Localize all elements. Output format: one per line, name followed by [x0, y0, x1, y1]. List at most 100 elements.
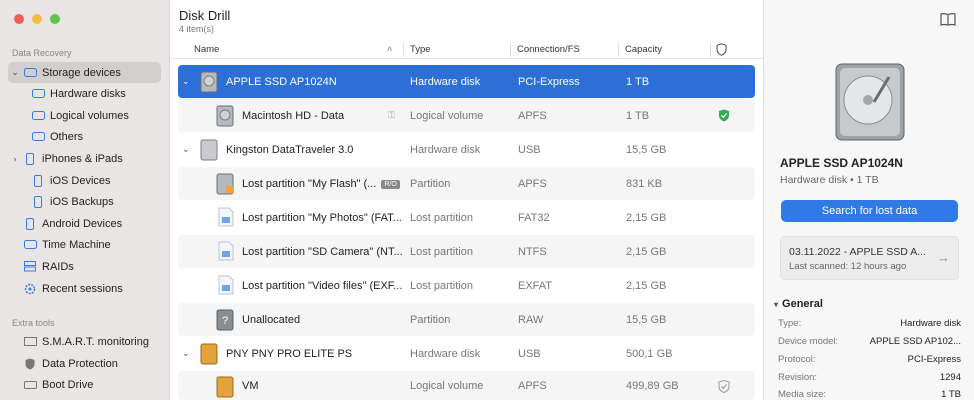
table-row[interactable]: Macintosh HD - Data ⚿ Logical volume APF…: [178, 99, 755, 132]
row-type: Lost partition: [410, 279, 473, 292]
phone-icon: [30, 174, 46, 187]
partition-icon: [216, 173, 234, 195]
sidebar-item-iphones-ipads[interactable]: › iPhones & iPads: [8, 148, 161, 169]
sidebar-item-label: iPhones & iPads: [42, 152, 123, 165]
search-for-lost-data-button[interactable]: Search for lost data: [781, 200, 958, 222]
property-value: 1 TB: [941, 389, 961, 400]
book-icon[interactable]: [940, 12, 956, 26]
sidebar-item-smart-monitoring[interactable]: S.M.A.R.T. monitoring: [8, 331, 161, 352]
volume-icon: [216, 376, 234, 398]
chevron-down-icon[interactable]: ⌄: [8, 67, 22, 78]
hard-disk-icon: [216, 105, 234, 127]
row-name: Unallocated: [242, 313, 301, 326]
column-divider: [510, 43, 511, 57]
row-connection: NTFS: [518, 245, 547, 258]
lost-partition-icon: [218, 207, 236, 229]
sidebar-item-label: S.M.A.R.T. monitoring: [42, 335, 149, 348]
recent-session-card[interactable]: 03.11.2022 - APPLE SSD A... Last scanned…: [780, 236, 959, 280]
row-name: Macintosh HD - Data: [242, 109, 345, 122]
row-type: Lost partition: [410, 211, 473, 224]
sidebar-item-label: Storage devices: [42, 66, 121, 79]
sidebar-item-logical-volumes[interactable]: Logical volumes: [8, 105, 161, 126]
sidebar-item-ios-backups[interactable]: iOS Backups: [8, 191, 161, 212]
column-divider: [618, 43, 619, 57]
table-row[interactable]: VM Logical volume APFS 499,89 GB: [178, 371, 755, 400]
minimize-window-button[interactable]: [32, 14, 42, 24]
lost-partition-icon: [218, 275, 236, 297]
close-window-button[interactable]: [14, 14, 24, 24]
table-row[interactable]: ⌄ Kingston DataTraveler 3.0 Hardware dis…: [178, 133, 755, 166]
column-divider: [710, 43, 711, 57]
disk-icon: [30, 110, 46, 122]
arrow-right-icon[interactable]: →: [937, 250, 950, 265]
row-name: VM: [242, 379, 259, 392]
sidebar-item-android-devices[interactable]: Android Devices: [8, 213, 161, 234]
table-row[interactable]: ? Unallocated Partition RAW 15,5 GB: [178, 303, 755, 336]
column-header-capacity[interactable]: Capacity: [625, 44, 662, 55]
table-row[interactable]: ⌄ APPLE SSD AP1024N Hardware disk PCI-Ex…: [178, 65, 755, 98]
table-row[interactable]: ⌄ PNY PNY PRO ELITE PS Hardware disk USB…: [178, 337, 755, 370]
property-key: Media size:: [778, 389, 827, 400]
row-name: Lost partition "My Photos" (FAT...: [242, 211, 402, 224]
row-name: PNY PNY PRO ELITE PS: [226, 347, 353, 360]
chevron-down-icon[interactable]: ▾: [774, 300, 778, 309]
protection-shield-icon[interactable]: [716, 43, 727, 59]
clock-icon: [22, 239, 38, 251]
table-row[interactable]: Lost partition "My Photos" (FAT... Lost …: [178, 201, 755, 234]
row-connection: RAW: [518, 313, 544, 326]
column-header-type[interactable]: Type: [410, 44, 431, 55]
shield-icon: [22, 358, 38, 370]
sidebar-item-boot-drive[interactable]: Boot Drive: [8, 374, 161, 395]
property-key: Device model:: [778, 336, 839, 347]
row-type: Logical volume: [410, 379, 484, 392]
property-value: PCI-Express: [907, 354, 961, 365]
sidebar-item-others[interactable]: Others: [8, 126, 161, 147]
row-connection: APFS: [518, 109, 547, 122]
sidebar-item-ios-devices[interactable]: iOS Devices: [8, 170, 161, 191]
sidebar-item-hardware-disks[interactable]: Hardware disks: [8, 83, 161, 104]
property-key: Type:: [778, 318, 802, 329]
sort-ascending-icon[interactable]: ˄: [387, 44, 393, 55]
row-connection: USB: [518, 347, 541, 360]
row-type: Partition: [410, 313, 451, 326]
hard-disk-image: [834, 62, 906, 142]
row-capacity: 499,89 GB: [626, 379, 679, 392]
details-panel: APPLE SSD AP1024N Hardware disk • 1 TB S…: [763, 0, 974, 400]
table-row[interactable]: Lost partition "My Flash" (... R/O Partit…: [178, 167, 755, 200]
sidebar-item-label: Logical volumes: [50, 109, 129, 122]
sidebar-item-label: Android Devices: [42, 217, 123, 230]
section-data-recovery: Data Recovery: [12, 48, 72, 58]
property-key: Revision:: [778, 372, 818, 383]
row-connection: PCI-Express: [518, 75, 580, 88]
disk-icon: [30, 88, 46, 100]
raid-icon: [22, 261, 38, 273]
table-row[interactable]: Lost partition "SD Camera" (NT... Lost p…: [178, 235, 755, 268]
sidebar-item-recent-sessions[interactable]: Recent sessions: [8, 278, 161, 299]
row-type: Hardware disk: [410, 75, 481, 88]
property-value: Hardware disk: [900, 318, 961, 329]
chevron-right-icon[interactable]: ›: [8, 154, 22, 164]
table-header: Name ˄ Type Connection/FS Capacity: [170, 41, 763, 59]
chevron-down-icon[interactable]: ⌄: [182, 144, 190, 155]
column-header-connection[interactable]: Connection/FS: [517, 44, 580, 55]
row-type: Hardware disk: [410, 143, 481, 156]
row-capacity: 15,5 GB: [626, 143, 667, 156]
main-area: Disk Drill 4 item(s) Name ˄ Type Connect…: [170, 0, 763, 400]
row-capacity: 1 TB: [626, 109, 650, 122]
table-row[interactable]: Lost partition "Video files" (EXF... Los…: [178, 269, 755, 302]
read-only-badge: R/O: [381, 179, 400, 189]
general-section-header[interactable]: ▾ General: [774, 298, 823, 310]
storage-icon: [22, 67, 38, 79]
hard-disk-icon: [200, 71, 218, 93]
sidebar-item-label: Boot Drive: [42, 378, 94, 391]
column-header-name[interactable]: Name: [194, 44, 219, 55]
sidebar-item-time-machine[interactable]: Time Machine: [8, 234, 161, 255]
chevron-down-icon[interactable]: ⌄: [182, 348, 190, 359]
sidebar-item-data-protection[interactable]: Data Protection: [8, 353, 161, 374]
maximize-window-button[interactable]: [50, 14, 60, 24]
protection-shield-icon[interactable]: [718, 379, 730, 396]
chevron-down-icon[interactable]: ⌄: [182, 76, 190, 87]
sidebar-item-storage-devices[interactable]: ⌄ Storage devices: [8, 62, 161, 83]
sidebar-item-label: Recent sessions: [42, 282, 123, 295]
sidebar-item-raids[interactable]: RAIDs: [8, 256, 161, 277]
